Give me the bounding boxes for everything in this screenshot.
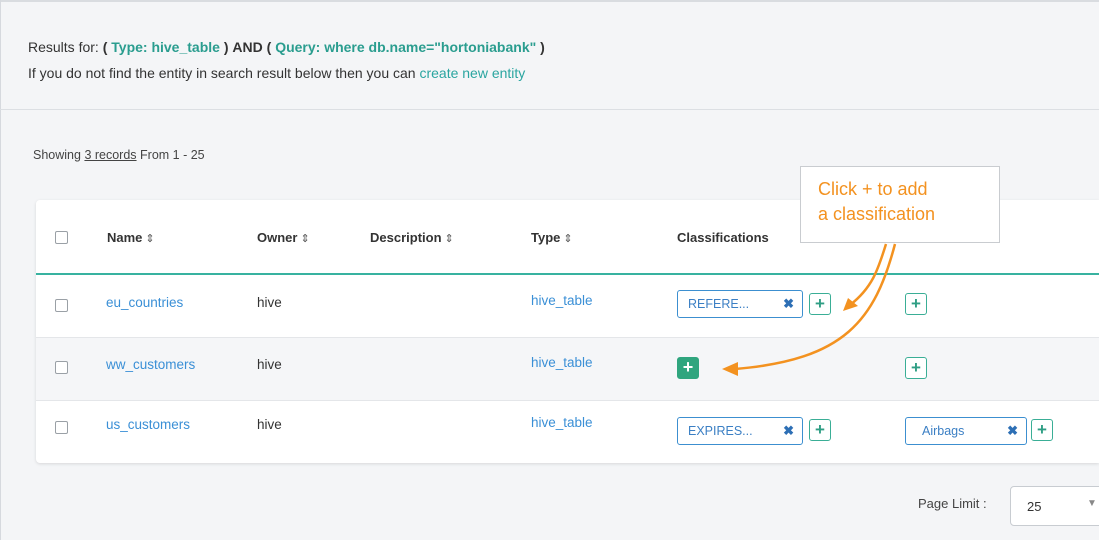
- entity-name-link[interactable]: ww_customers: [106, 357, 195, 372]
- owner-cell: hive: [257, 357, 282, 372]
- results-hint-line: If you do not find the entity in search …: [28, 60, 1099, 86]
- entity-name-link[interactable]: us_customers: [106, 417, 190, 432]
- records-count-link[interactable]: 3 records: [84, 148, 136, 162]
- remove-classification-icon[interactable]: ✖: [783, 291, 794, 317]
- add-classification-button[interactable]: +: [677, 357, 699, 379]
- callout-line-2: a classification: [818, 204, 936, 224]
- table-row: us_customers hive hive_table EXPIRES... …: [36, 401, 1099, 463]
- page-limit-label: Page Limit :: [918, 496, 987, 511]
- column-header-type[interactable]: Type ⇕: [531, 230, 573, 245]
- paren-open: (: [102, 39, 108, 55]
- chevron-down-icon: ▼: [1087, 498, 1097, 509]
- select-all-checkbox[interactable]: [55, 231, 68, 244]
- results-prefix: Results for:: [28, 39, 99, 55]
- records-summary: Showing 3 records From 1 - 25: [33, 148, 205, 162]
- row-checkbox[interactable]: [55, 421, 68, 434]
- column-header-type-label: Type: [531, 230, 561, 245]
- column-header-owner[interactable]: Owner ⇕: [257, 230, 310, 245]
- remove-term-icon[interactable]: ✖: [1007, 418, 1018, 444]
- paren-close: ): [540, 39, 545, 55]
- add-term-button[interactable]: +: [1031, 419, 1053, 441]
- paren-open: (: [266, 39, 272, 55]
- owner-cell: hive: [257, 417, 282, 432]
- table-row: eu_countries hive hive_table REFERE... ✖…: [36, 275, 1099, 337]
- sort-icon: ⇕: [444, 233, 454, 245]
- column-header-name-label: Name: [107, 230, 143, 245]
- sort-icon: ⇕: [300, 233, 310, 245]
- add-classification-button[interactable]: +: [809, 419, 831, 441]
- classification-tag[interactable]: EXPIRES... ✖: [677, 417, 803, 445]
- classification-tag-label: EXPIRES...: [688, 424, 753, 438]
- records-range: From 1 - 25: [140, 148, 205, 162]
- and-operator: AND: [232, 39, 263, 55]
- query-filter-label: Query: where db.name="hortoniabank": [275, 39, 537, 55]
- callout-line-1: Click + to add: [818, 179, 928, 199]
- add-term-button[interactable]: +: [905, 357, 927, 379]
- add-classification-button[interactable]: +: [809, 293, 831, 315]
- type-link[interactable]: hive_table: [531, 355, 593, 370]
- column-header-owner-label: Owner: [257, 230, 298, 245]
- term-tag-label: Airbags: [922, 424, 965, 438]
- owner-cell: hive: [257, 295, 282, 310]
- column-header-description[interactable]: Description ⇕: [370, 230, 454, 245]
- paren-close: ): [223, 39, 229, 55]
- remove-classification-icon[interactable]: ✖: [783, 418, 794, 444]
- search-results-header: Results for: ( Type: hive_table ) AND ( …: [28, 34, 1099, 86]
- sort-icon: ⇕: [145, 233, 155, 245]
- results-query-line: Results for: ( Type: hive_table ) AND ( …: [28, 34, 1099, 60]
- column-header-classifications: Classifications: [677, 230, 769, 245]
- type-filter-label: Type: hive_table: [111, 39, 220, 55]
- top-border: [0, 0, 1099, 2]
- entity-name-link[interactable]: eu_countries: [106, 295, 183, 310]
- term-tag[interactable]: Airbags ✖: [905, 417, 1027, 445]
- left-border: [0, 0, 1, 540]
- table-row: ww_customers hive hive_table + +: [36, 338, 1099, 400]
- create-new-entity-link[interactable]: create new entity: [419, 65, 525, 81]
- row-checkbox[interactable]: [55, 361, 68, 374]
- type-link[interactable]: hive_table: [531, 415, 593, 430]
- sort-icon: ⇕: [563, 233, 573, 245]
- page-limit-value: 25: [1027, 499, 1042, 514]
- column-header-classifications-label: Classifications: [677, 230, 769, 245]
- type-link[interactable]: hive_table: [531, 293, 593, 308]
- showing-prefix: Showing: [33, 148, 81, 162]
- hint-text: If you do not find the entity in search …: [28, 65, 416, 81]
- header-divider: [0, 109, 1099, 110]
- column-header-name[interactable]: Name ⇕: [107, 230, 155, 245]
- column-header-description-label: Description: [370, 230, 442, 245]
- page-limit-select[interactable]: 25 ▼: [1010, 486, 1099, 526]
- annotation-callout: Click + to add a classification: [800, 166, 1000, 243]
- classification-tag-label: REFERE...: [688, 297, 750, 311]
- classification-tag[interactable]: REFERE... ✖: [677, 290, 803, 318]
- row-checkbox[interactable]: [55, 299, 68, 312]
- add-term-button[interactable]: +: [905, 293, 927, 315]
